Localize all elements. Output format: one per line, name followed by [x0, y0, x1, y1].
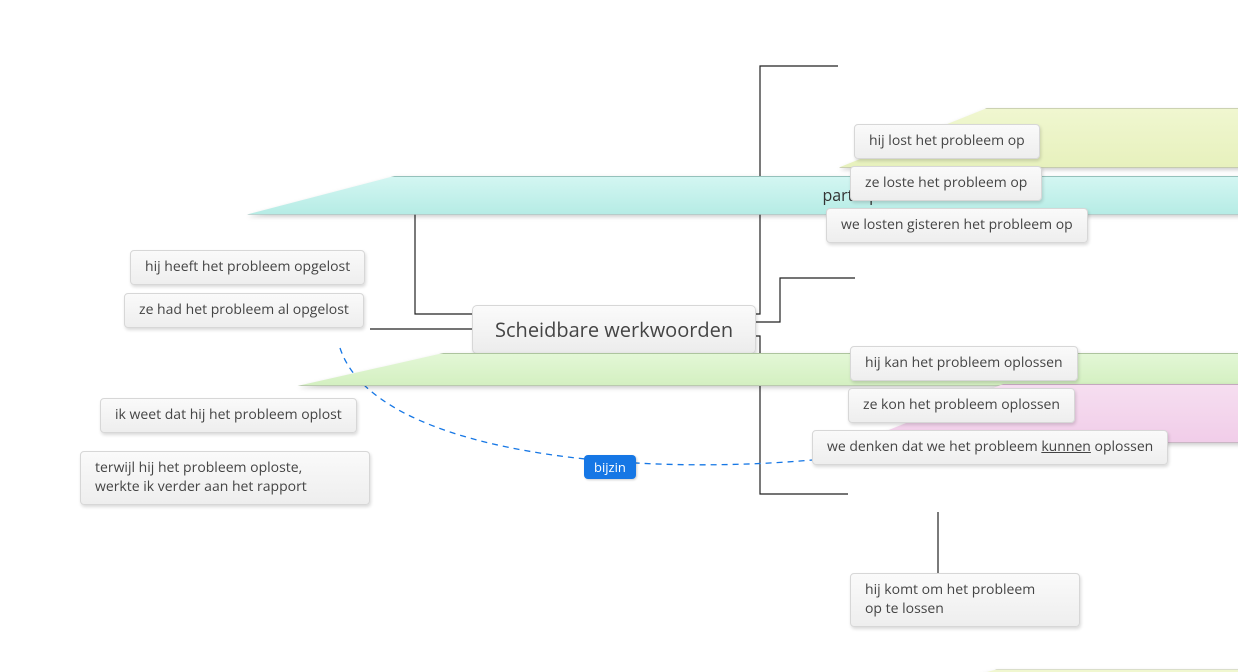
gescheiden-example-1[interactable]: hij lost het probleem op [854, 124, 1040, 159]
participium-example-2[interactable]: ze had het probleem al opgelost [124, 293, 364, 328]
modaal-ex3-before: we denken dat we het probleem [827, 437, 1041, 456]
root-node[interactable]: Scheidbare werkwoorden [472, 305, 756, 354]
participium-example-1[interactable]: hij heeft het probleem opgelost [130, 250, 365, 285]
crosslink-badge[interactable]: bijzin [584, 455, 636, 479]
mindmap-canvas: Scheidbare werkwoorden participium hij h… [0, 0, 1238, 672]
gescheiden-example-3[interactable]: we losten gisteren het probleem op [826, 208, 1088, 243]
category-participium[interactable]: participium [246, 176, 1238, 215]
modaal-example-2[interactable]: ze kon het probleem oplossen [848, 388, 1075, 423]
modaal-example-1[interactable]: hij kan het probleem oplossen [850, 346, 1078, 381]
gescheiden-example-2[interactable]: ze loste het probleem op [850, 166, 1042, 201]
crosslink-badge-label: bijzin [594, 458, 626, 476]
modaal-ex3-after: oplossen [1091, 437, 1153, 456]
category-bijzin[interactable]: bijzin [296, 353, 1238, 387]
root-title: Scheidbare werkwoorden [495, 316, 733, 343]
modaal-ex3-under: kunnen [1041, 437, 1091, 456]
bijzin-example-2[interactable]: terwijl hij het probleem oploste, werkte… [80, 451, 370, 505]
bijzin-example-1[interactable]: ik weet dat hij het probleem oplost [100, 398, 357, 433]
modaal-example-3[interactable]: we denken dat we het probleem kunnen opl… [812, 430, 1168, 465]
omte-example-1[interactable]: hij komt om het probleem op te lossen [850, 573, 1080, 627]
